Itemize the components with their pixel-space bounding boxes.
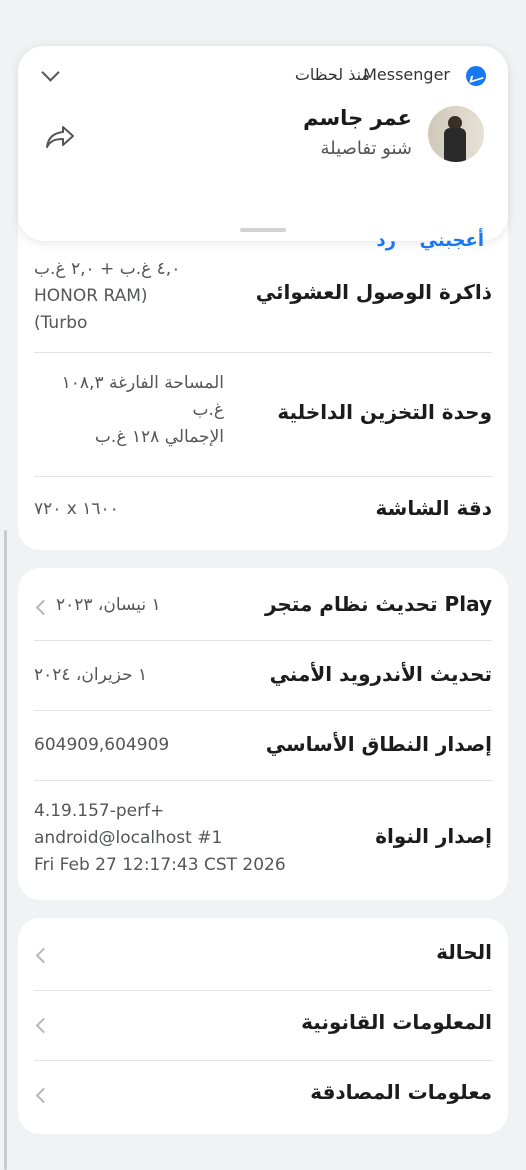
- chevron-left-icon: [35, 947, 52, 964]
- resolution-value: ٧٢٠ x ١٦٠٠: [34, 499, 119, 519]
- menu-item-status[interactable]: الحالة: [34, 936, 492, 972]
- specs-card: ذاكرة الوصول العشوائي ٤,٠ غ.ب + ٢,٠ غ.ب …: [18, 200, 508, 550]
- sender-avatar: [428, 106, 484, 162]
- divider: [34, 990, 492, 991]
- divider: [34, 1060, 492, 1061]
- baseband-label: إصدار النطاق الأساسي: [265, 732, 492, 756]
- reply-button[interactable]: رد: [376, 230, 396, 251]
- resolution-label: دقة الشاشة: [375, 496, 492, 520]
- notification-app-name: Messenger: [363, 65, 450, 84]
- messenger-notification[interactable]: منذ لحظات Messenger عمر جاسم شنو تفاصيلة…: [18, 46, 508, 251]
- storage-row: وحدة التخزين الداخلية المساحة الفارغة ١٠…: [34, 370, 492, 460]
- like-button[interactable]: أعجبني: [420, 230, 484, 251]
- divider: [34, 780, 492, 781]
- play-update-row[interactable]: تحديث نظام متجر Play ١ نيسان، ٢٠٢٣: [34, 588, 492, 624]
- messenger-logo-icon: [466, 66, 486, 86]
- ram-value-line3: (Turbo: [34, 313, 88, 333]
- baseband-row: إصدار النطاق الأساسي 604909,604909: [34, 728, 492, 764]
- play-update-value: ١ نيسان، ٢٠٢٣: [56, 595, 161, 615]
- storage-value: المساحة الفارغة ١٠٨,٣ غ.ب الإجمالي ١٢٨ غ…: [34, 370, 224, 451]
- scrollbar[interactable]: [4, 530, 7, 1170]
- share-icon[interactable]: [44, 124, 76, 150]
- baseband-value: 604909,604909: [34, 735, 170, 755]
- security-update-label: تحديث الأندرويد الأمني: [269, 662, 492, 686]
- menu-item-label: معلومات المصادقة: [310, 1080, 492, 1104]
- security-update-value: ١ حزيران، ٢٠٢٤: [34, 665, 148, 685]
- collapse-chevron-icon[interactable]: [41, 63, 60, 82]
- storage-value-line1: المساحة الفارغة ١٠٨,٣: [61, 373, 224, 393]
- menu-card: الحالة المعلومات القانونية معلومات المصا…: [18, 918, 508, 1134]
- software-card: تحديث نظام متجر Play ١ نيسان، ٢٠٢٣ تحديث…: [18, 568, 508, 900]
- kernel-value-line3: Fri Feb 27 12:17:43 CST 2026: [34, 855, 286, 875]
- menu-item-legal-info[interactable]: المعلومات القانونية: [34, 1006, 492, 1042]
- kernel-label: إصدار النواة: [375, 824, 492, 848]
- chevron-left-icon: [35, 1087, 52, 1104]
- storage-value-line3: الإجمالي ١٢٨ غ.ب: [94, 427, 224, 447]
- drag-handle[interactable]: [240, 228, 286, 232]
- kernel-row: إصدار النواة 4.19.157-perf+ android@loca…: [34, 798, 492, 882]
- notification-time: منذ لحظات: [294, 65, 370, 84]
- chevron-left-icon: [35, 599, 52, 616]
- divider: [34, 710, 492, 711]
- sender-name: عمر جاسم: [303, 106, 412, 130]
- kernel-value-line1: 4.19.157-perf+: [34, 801, 165, 821]
- ram-label: ذاكرة الوصول العشوائي: [255, 280, 492, 304]
- message-preview: شنو تفاصيلة: [320, 138, 412, 159]
- play-update-label: تحديث نظام متجر Play: [264, 592, 492, 616]
- menu-item-label: المعلومات القانونية: [301, 1010, 492, 1034]
- ram-value-line2: HONOR RAM): [34, 286, 148, 306]
- storage-label: وحدة التخزين الداخلية: [277, 400, 492, 424]
- storage-value-line2: غ.ب: [192, 400, 224, 420]
- security-update-row: تحديث الأندرويد الأمني ١ حزيران، ٢٠٢٤: [34, 658, 492, 694]
- kernel-value: 4.19.157-perf+ android@localhost #1 Fri …: [34, 798, 286, 879]
- kernel-value-line2: android@localhost #1: [34, 828, 223, 848]
- ram-value-line1: ٤,٠ غ.ب + ٢,٠ غ.ب: [34, 259, 181, 279]
- menu-item-certification-info[interactable]: معلومات المصادقة: [34, 1076, 492, 1112]
- ram-row: ذاكرة الوصول العشوائي ٤,٠ غ.ب + ٢,٠ غ.ب …: [34, 256, 492, 342]
- chevron-left-icon: [35, 1017, 52, 1034]
- resolution-row: دقة الشاشة ٧٢٠ x ١٦٠٠: [34, 492, 492, 532]
- divider: [34, 476, 492, 477]
- ram-value: ٤,٠ غ.ب + ٢,٠ غ.ب HONOR RAM) (Turbo: [34, 256, 180, 337]
- menu-item-label: الحالة: [436, 940, 492, 964]
- divider: [34, 640, 492, 641]
- divider: [34, 352, 492, 353]
